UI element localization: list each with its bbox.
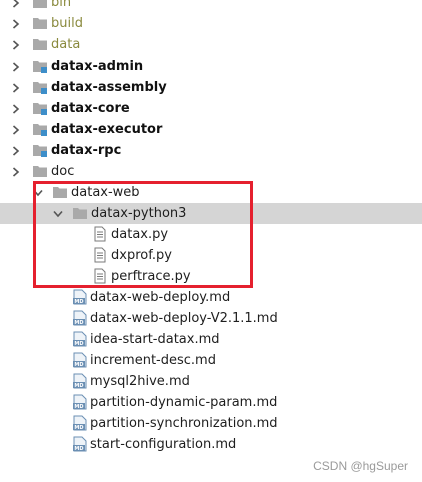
tree-item-label: data xyxy=(51,37,81,52)
tree-item-bin[interactable]: bin xyxy=(0,0,422,13)
tree-item-label: datax-assembly xyxy=(51,80,167,95)
tree-item-datax-admin[interactable]: datax-admin xyxy=(0,56,422,77)
chevron-right-icon[interactable] xyxy=(10,140,22,161)
tree-item-md-file[interactable]: MD mysql2hive.md xyxy=(0,371,422,392)
tree-item-label: datax-core xyxy=(51,101,130,116)
tree-item-label: datax-web-deploy-V2.1.1.md xyxy=(90,311,278,326)
tree-item-label: datax-web-deploy.md xyxy=(90,290,231,305)
tree-item-label: datax-admin xyxy=(51,59,144,74)
tree-item-dxprof-py[interactable]: dxprof.py xyxy=(0,245,422,266)
tree-item-label: build xyxy=(51,16,83,31)
tree-item-md-file[interactable]: MD datax-web-deploy.md xyxy=(0,287,422,308)
tree-item-md-file[interactable]: MD partition-synchronization.md xyxy=(0,413,422,434)
tree-item-label: start-configuration.md xyxy=(90,437,237,452)
module-folder-icon xyxy=(32,58,48,74)
svg-text:MD: MD xyxy=(74,425,83,431)
module-folder-icon xyxy=(32,100,48,116)
tree-item-datax-executor[interactable]: datax-executor xyxy=(0,119,422,140)
folder-icon xyxy=(32,163,48,179)
tree-item-label: datax-python3 xyxy=(91,206,187,221)
tree-item-doc[interactable]: doc xyxy=(0,161,422,182)
folder-icon xyxy=(32,0,48,10)
markdown-file-icon: MD xyxy=(72,289,88,305)
folder-icon xyxy=(72,205,88,221)
tree-item-label: partition-synchronization.md xyxy=(90,416,278,431)
svg-text:MD: MD xyxy=(74,299,83,305)
module-folder-icon xyxy=(32,142,48,158)
tree-item-label: mysql2hive.md xyxy=(90,374,190,389)
svg-text:MD: MD xyxy=(74,341,83,347)
svg-text:MD: MD xyxy=(74,362,83,368)
module-folder-icon xyxy=(32,121,48,137)
tree-item-label: datax-web xyxy=(71,185,140,200)
tree-item-label: partition-dynamic-param.md xyxy=(90,395,278,410)
tree-item-label: perftrace.py xyxy=(111,269,191,284)
chevron-right-icon[interactable] xyxy=(10,77,22,98)
markdown-file-icon: MD xyxy=(72,310,88,326)
tree-item-md-file[interactable]: MD increment-desc.md xyxy=(0,350,422,371)
svg-text:MD: MD xyxy=(74,404,83,410)
tree-item-md-file[interactable]: MD start-configuration.md xyxy=(0,434,422,455)
folder-icon xyxy=(52,184,68,200)
tree-item-datax-python3[interactable]: datax-python3 xyxy=(0,203,422,224)
chevron-right-icon[interactable] xyxy=(10,98,22,119)
tree-item-datax-web[interactable]: datax-web xyxy=(0,182,422,203)
tree-item-label: doc xyxy=(51,164,75,179)
chevron-right-icon[interactable] xyxy=(10,13,22,34)
module-folder-icon xyxy=(32,79,48,95)
tree-item-label: datax-rpc xyxy=(51,143,122,158)
tree-item-label: increment-desc.md xyxy=(90,353,216,368)
markdown-file-icon: MD xyxy=(72,352,88,368)
chevron-right-icon[interactable] xyxy=(10,119,22,140)
tree-item-label: bin xyxy=(51,0,72,10)
tree-item-label: dxprof.py xyxy=(111,248,172,263)
tree-item-datax-assembly[interactable]: datax-assembly xyxy=(0,77,422,98)
text-file-icon xyxy=(92,226,108,242)
svg-text:MD: MD xyxy=(74,320,83,326)
chevron-right-icon[interactable] xyxy=(10,34,22,55)
tree-item-datax-py[interactable]: datax.py xyxy=(0,224,422,245)
tree-item-build[interactable]: build xyxy=(0,13,422,34)
chevron-right-icon[interactable] xyxy=(10,56,22,77)
tree-item-md-file[interactable]: MD idea-start-datax.md xyxy=(0,329,422,350)
markdown-file-icon: MD xyxy=(72,331,88,347)
watermark: CSDN @hgSuper xyxy=(313,459,408,473)
tree-item-datax-core[interactable]: datax-core xyxy=(0,98,422,119)
markdown-file-icon: MD xyxy=(72,394,88,410)
folder-icon xyxy=(32,36,48,52)
text-file-icon xyxy=(92,247,108,263)
tree-item-md-file[interactable]: MD datax-web-deploy-V2.1.1.md xyxy=(0,308,422,329)
chevron-down-icon[interactable] xyxy=(52,203,64,224)
tree-item-label: datax.py xyxy=(111,227,169,242)
markdown-file-icon: MD xyxy=(72,373,88,389)
tree-item-data[interactable]: data xyxy=(0,34,422,55)
svg-text:MD: MD xyxy=(74,446,83,452)
chevron-right-icon[interactable] xyxy=(10,161,22,182)
svg-text:MD: MD xyxy=(74,383,83,389)
chevron-down-icon[interactable] xyxy=(32,182,44,203)
tree-item-label: datax-executor xyxy=(51,122,163,137)
tree-item-md-file[interactable]: MD partition-dynamic-param.md xyxy=(0,392,422,413)
folder-icon xyxy=(32,15,48,31)
tree-item-datax-rpc[interactable]: datax-rpc xyxy=(0,140,422,161)
tree-item-perftrace-py[interactable]: perftrace.py xyxy=(0,266,422,287)
text-file-icon xyxy=(92,268,108,284)
tree-item-label: idea-start-datax.md xyxy=(90,332,220,347)
chevron-right-icon[interactable] xyxy=(10,0,22,13)
markdown-file-icon: MD xyxy=(72,436,88,452)
markdown-file-icon: MD xyxy=(72,415,88,431)
project-tree: bin build data datax-admin datax-assembl… xyxy=(0,0,422,482)
